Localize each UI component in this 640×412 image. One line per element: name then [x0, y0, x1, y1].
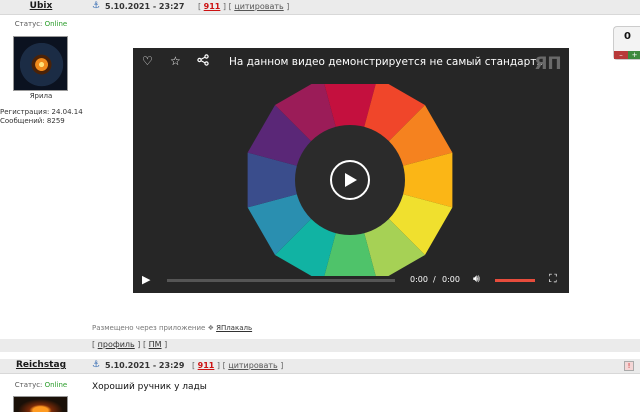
message-count: Сообщений: 8259 — [0, 117, 65, 125]
color-wheel-thumbnail — [240, 84, 460, 276]
avatar[interactable] — [13, 36, 68, 91]
anchor-icon[interactable]: ⚓ — [92, 360, 100, 370]
share-icon[interactable] — [197, 54, 209, 69]
video-controls: ▶ 0:00 / 0:00 🔊︎ ⛶ — [133, 267, 569, 293]
user-status: Статус: Online — [0, 20, 82, 28]
user-meta: Регистрация: 24.04.14 Сообщений: 8259 — [0, 108, 83, 126]
video-player[interactable]: ♡ ☆ На данном видео демонстрируется не с… — [133, 48, 569, 293]
pm-link[interactable]: ПМ — [149, 340, 162, 349]
share-glyph — [197, 54, 209, 66]
volume-icon[interactable]: 🔊︎ — [473, 272, 480, 286]
placed-via: Размещено через приложение ❖ ЯПлакаль — [92, 324, 252, 332]
post-links: [ 911 ] [ цитировать ] — [192, 361, 284, 370]
progress-bar[interactable] — [167, 279, 395, 282]
post-date: 5.10.2021 - 23:27 — [105, 2, 185, 11]
placed-via-text: Размещено через приложение — [92, 324, 206, 332]
user-status: Статус: Online — [0, 381, 82, 389]
post-number-link[interactable]: 911 — [198, 361, 215, 370]
post-footer: [ профиль ] [ ПМ ] — [0, 339, 640, 352]
heart-icon[interactable]: ♡ — [142, 54, 153, 68]
color-wheel — [247, 84, 453, 276]
status-label: Статус: — [14, 20, 43, 28]
quote-link[interactable]: цитировать — [234, 2, 283, 11]
play-icon[interactable]: ▶ — [142, 273, 150, 286]
star-icon[interactable]: ☆ — [170, 54, 181, 68]
status-value: Online — [44, 381, 68, 389]
rating-minus-button[interactable]: – — [614, 51, 628, 59]
anchor-icon[interactable]: ⚓ — [92, 1, 100, 11]
status-value: Online — [44, 20, 68, 28]
post-date: 5.10.2021 - 23:29 — [105, 361, 185, 370]
post-header: Ubix ⚓ 5.10.2021 - 23:27 [ 911 ] [ цитир… — [0, 0, 640, 15]
avatar-caption: Ярила — [29, 92, 53, 100]
time-current: 0:00 — [410, 275, 428, 284]
post-author-link[interactable]: Ubix — [0, 1, 82, 11]
volume-fill — [495, 279, 535, 282]
quote-link[interactable]: цитировать — [228, 361, 277, 370]
app-link[interactable]: ЯПлакаль — [216, 324, 252, 332]
post-author-link[interactable]: Reichstag — [0, 360, 82, 370]
time-separator: / — [433, 275, 436, 284]
post-number-link[interactable]: 911 — [204, 2, 221, 11]
footer-links: [ профиль ] [ ПМ ] — [92, 340, 168, 349]
app-icon: ❖ — [207, 324, 214, 332]
rating-value: 0 — [624, 31, 631, 42]
yap-logo: ЯП — [534, 54, 562, 74]
rating-plus-button[interactable]: + — [628, 51, 640, 59]
volume-slider[interactable] — [495, 279, 535, 282]
registration-date: Регистрация: 24.04.14 — [0, 108, 83, 116]
video-title[interactable]: На данном видео демонстрируется не самый… — [229, 56, 546, 68]
report-icon[interactable]: ! — [624, 361, 634, 371]
avatar[interactable] — [13, 396, 68, 412]
status-label: Статус: — [14, 381, 43, 389]
post-text: Хороший ручник у лады — [92, 382, 207, 392]
profile-link[interactable]: профиль — [98, 340, 135, 349]
fullscreen-icon[interactable]: ⛶ — [549, 272, 557, 286]
time-duration: 0:00 — [442, 275, 460, 284]
post-header: Reichstag ⚓ 5.10.2021 - 23:29 [ 911 ] [ … — [0, 359, 640, 374]
post-rating: 0 – + — [613, 26, 640, 60]
post-links: [ 911 ] [ цитировать ] — [198, 2, 290, 11]
